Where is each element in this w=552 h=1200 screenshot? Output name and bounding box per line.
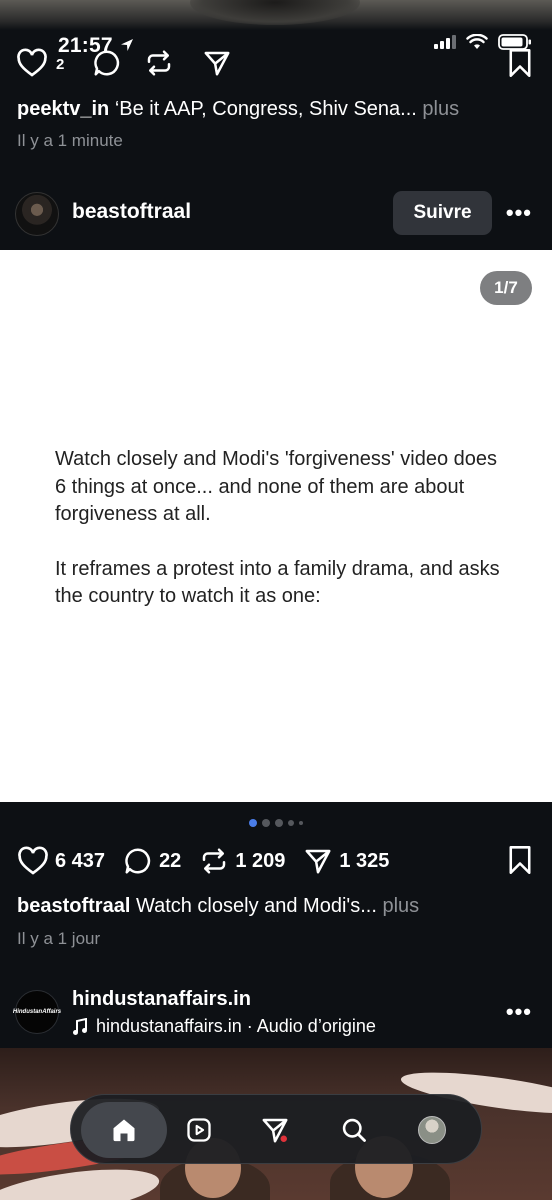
reels-icon[interactable] xyxy=(185,1116,213,1144)
music-icon xyxy=(73,1017,87,1035)
previous-like-count: 2 xyxy=(56,56,65,73)
carousel-dot-active xyxy=(249,819,257,827)
search-icon[interactable] xyxy=(340,1116,368,1144)
previous-post-image xyxy=(0,0,552,30)
share-icon[interactable] xyxy=(202,48,232,78)
repost-button[interactable]: 1 209 xyxy=(199,846,285,876)
bookmark-icon[interactable] xyxy=(506,845,534,875)
bottom-navigation xyxy=(70,1094,482,1164)
share-button[interactable]: 1 325 xyxy=(303,846,389,876)
post-image-paragraph: It reframes a protest into a family dram… xyxy=(55,557,500,608)
follow-button[interactable]: Suivre xyxy=(393,191,492,235)
nav-messages[interactable] xyxy=(251,1106,299,1154)
like-count: 6 437 xyxy=(55,849,106,872)
caption-text: Watch closely and Modi's... xyxy=(135,895,377,917)
caption-username[interactable]: beastoftraal xyxy=(17,895,130,917)
carousel-dot xyxy=(299,821,303,825)
post-time: Il y a 1 jour xyxy=(17,929,101,948)
next-post-username[interactable]: hindustanaffairs.in xyxy=(72,988,251,1011)
caption-more-link[interactable]: plus xyxy=(382,895,419,917)
audio-label: hindustanaffairs.in · Audio d’origine xyxy=(96,1016,376,1036)
nav-profile[interactable] xyxy=(408,1106,456,1154)
previous-post-time: Il y a 1 minute xyxy=(17,131,123,150)
avatar[interactable]: HindustanAffairs xyxy=(12,990,62,1034)
comment-icon[interactable] xyxy=(92,48,122,78)
nav-search[interactable] xyxy=(330,1106,378,1154)
post-image[interactable]: 1/7 Watch closely and Modi's 'forgivenes… xyxy=(0,250,552,802)
comment-icon[interactable] xyxy=(123,846,153,876)
nav-reels[interactable] xyxy=(175,1106,223,1154)
page-indicator: 1/7 xyxy=(480,271,532,305)
post-actions: 6 437 22 1 209 1 325 xyxy=(17,843,537,879)
comment-count: 22 xyxy=(159,849,182,872)
next-post-header: HindustanAffairs hindustanaffairs.in hin… xyxy=(0,985,552,1041)
carousel-dot xyxy=(262,819,270,827)
avatar[interactable] xyxy=(418,1116,446,1144)
more-icon[interactable]: ••• xyxy=(506,200,532,226)
avatar[interactable] xyxy=(15,192,59,236)
heart-icon[interactable] xyxy=(17,846,49,876)
post-image-paragraph: Watch closely and Modi's 'forgiveness' v… xyxy=(55,448,498,525)
previous-post-caption[interactable]: peektv_in ‘Be it AAP, Congress, Shiv Sen… xyxy=(17,96,537,122)
repost-count: 1 209 xyxy=(235,849,286,872)
post-image-text: Watch closely and Modi's 'forgiveness' v… xyxy=(55,446,505,611)
post-username[interactable]: beastoftraal xyxy=(72,200,191,224)
bookmark-icon[interactable] xyxy=(506,48,534,78)
post-caption[interactable]: beastoftraal Watch closely and Modi's...… xyxy=(17,893,537,919)
carousel-dots xyxy=(0,818,552,828)
previous-post-caption-text: ‘Be it AAP, Congress, Shiv Sena... xyxy=(114,98,417,120)
previous-post-more-link[interactable]: plus xyxy=(422,98,459,120)
carousel-dot xyxy=(275,819,283,827)
audio-link[interactable]: hindustanaffairs.in · Audio d’origine xyxy=(72,1016,376,1037)
previous-post-actions: 2 xyxy=(16,48,536,82)
repost-icon[interactable] xyxy=(199,846,229,876)
more-icon[interactable]: ••• xyxy=(506,999,532,1025)
previous-post-username[interactable]: peektv_in xyxy=(17,98,109,120)
heart-icon[interactable] xyxy=(16,48,48,78)
nav-home[interactable] xyxy=(81,1102,167,1158)
avatar-logo-text: HindustanAffairs xyxy=(12,1009,62,1015)
repost-icon[interactable] xyxy=(144,48,174,78)
like-button[interactable]: 6 437 xyxy=(17,846,105,876)
share-count: 1 325 xyxy=(339,849,390,872)
share-icon[interactable] xyxy=(303,846,333,876)
comment-button[interactable]: 22 xyxy=(123,846,181,876)
signal-icon xyxy=(434,35,456,49)
carousel-dot xyxy=(288,820,294,826)
post-header: beastoftraal Suivre ••• xyxy=(0,188,552,240)
home-icon[interactable] xyxy=(110,1116,138,1144)
send-icon[interactable] xyxy=(260,1115,290,1145)
